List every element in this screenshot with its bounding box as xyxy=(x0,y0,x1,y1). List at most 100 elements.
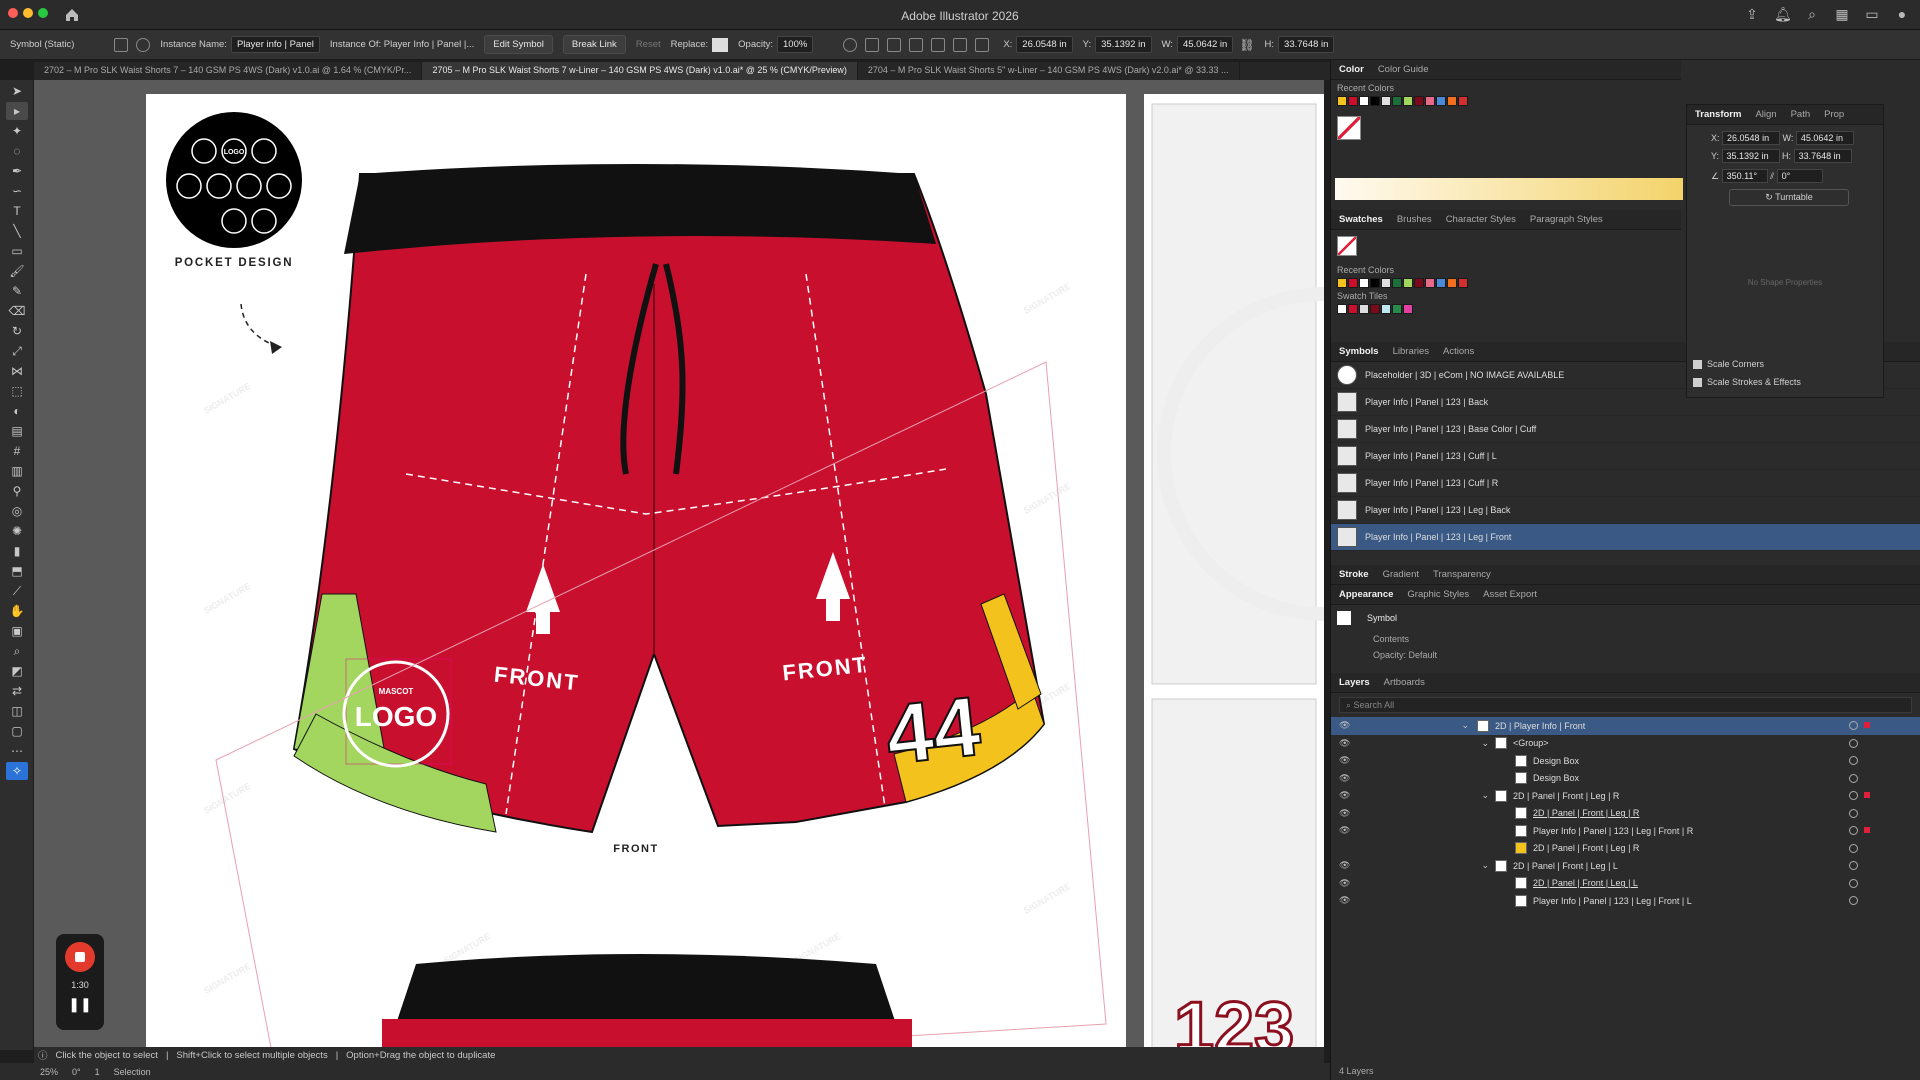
instance-name-field[interactable]: Player info | Panel xyxy=(230,36,320,53)
width-tool-icon[interactable]: ⋈ xyxy=(6,362,28,380)
rectangle-tool-icon[interactable]: ▭ xyxy=(6,242,28,260)
swatch[interactable] xyxy=(1359,278,1369,288)
slice-tool-icon[interactable]: ⟋ xyxy=(6,582,28,600)
tf-h-field[interactable]: 33.7648 in xyxy=(1793,149,1852,163)
swatch[interactable] xyxy=(1381,278,1391,288)
swatch[interactable] xyxy=(1359,96,1369,106)
align-middle-icon[interactable] xyxy=(953,37,968,52)
graph-tool-icon[interactable]: ▮ xyxy=(6,542,28,560)
tab-appearance[interactable]: Appearance xyxy=(1339,589,1393,600)
swatch[interactable] xyxy=(1370,96,1380,106)
visibility-eye-icon[interactable]: 👁︎ xyxy=(1339,790,1355,801)
layers-search-input[interactable]: ⌕ Search All xyxy=(1339,697,1912,713)
swatch[interactable] xyxy=(1370,304,1380,314)
appearance-opacity[interactable]: Opacity: Default xyxy=(1331,647,1920,663)
swatch[interactable] xyxy=(1392,96,1402,106)
visibility-eye-icon[interactable]: 👁︎ xyxy=(1339,878,1355,889)
swap-fill-stroke-icon[interactable]: ⇄ xyxy=(6,682,28,700)
selection-tool-icon[interactable]: ➤ xyxy=(6,82,28,100)
swatch[interactable] xyxy=(1348,278,1358,288)
x-field[interactable]: 26.0548 in xyxy=(1016,36,1073,53)
symbol-item[interactable]: Player Info | Panel | 123 | Leg | Back xyxy=(1331,497,1920,524)
shape-builder-tool-icon[interactable]: ◐ xyxy=(6,402,28,420)
swatch[interactable] xyxy=(1348,304,1358,314)
swatch[interactable] xyxy=(1458,278,1468,288)
layer-row[interactable]: 👁︎ Design Box xyxy=(1331,752,1920,770)
rotation-level[interactable]: 0° xyxy=(72,1067,81,1077)
symbol-item[interactable]: Player Info | Panel | 123 | Cuff | L xyxy=(1331,443,1920,470)
swatch[interactable] xyxy=(1414,96,1424,106)
target-circle-icon[interactable] xyxy=(1849,878,1858,888)
visibility-eye-icon[interactable]: 👁︎ xyxy=(1339,755,1355,766)
fill-stroke-indicator[interactable] xyxy=(1337,116,1361,140)
swatch[interactable] xyxy=(1447,96,1457,106)
mesh-tool-icon[interactable]: # xyxy=(6,442,28,460)
layer-row[interactable]: 👁︎ ⌄ 2D | Panel | Front | Leg | L xyxy=(1331,857,1920,875)
color-spectrum[interactable] xyxy=(1335,178,1683,200)
break-link-button[interactable]: Break Link xyxy=(562,35,626,54)
target-circle-icon[interactable] xyxy=(1849,791,1858,800)
target-circle-icon[interactable] xyxy=(1849,826,1858,835)
symbol-sprayer-tool-icon[interactable]: ✺ xyxy=(6,522,28,540)
artboard-number[interactable]: 1 xyxy=(95,1067,100,1077)
canvas-area[interactable]: SIGNATURE SIGNATURE SIGNATURE SIGNATURE … xyxy=(34,80,1324,1050)
line-tool-icon[interactable]: ╲ xyxy=(6,222,28,240)
tab-layers[interactable]: Layers xyxy=(1339,677,1370,688)
align-bottom-icon[interactable] xyxy=(975,37,990,52)
target-circle-icon[interactable] xyxy=(1849,843,1858,853)
visibility-eye-icon[interactable]: 👁︎ xyxy=(1339,773,1355,784)
stop-recording-button[interactable] xyxy=(65,942,95,972)
layer-row[interactable]: 👁︎ 2D | Panel | Front | Leg | R xyxy=(1331,805,1920,823)
edit-symbol-button[interactable]: Edit Symbol xyxy=(484,35,553,54)
lasso-tool-icon[interactable]: ◌ xyxy=(6,142,28,160)
direct-selection-tool-icon[interactable]: ▸ xyxy=(6,102,28,120)
tab-brushes[interactable]: Brushes xyxy=(1397,214,1432,225)
document-tab[interactable]: 2702 – M Pro SLK Waist Shorts 7 – 140 GS… xyxy=(34,62,423,80)
tab-color-guide[interactable]: Color Guide xyxy=(1378,64,1429,75)
target-circle-icon[interactable] xyxy=(1849,896,1858,905)
fill-stroke-icon[interactable]: ◩ xyxy=(6,662,28,680)
h-field[interactable]: 33.7648 in xyxy=(1278,36,1335,53)
document-tab-active[interactable]: 2705 – M Pro SLK Waist Shorts 7 w-Liner … xyxy=(422,62,858,80)
target-circle-icon[interactable] xyxy=(1849,738,1858,748)
swatch-fill-indicator[interactable] xyxy=(1337,236,1357,256)
perspective-grid-tool-icon[interactable]: ▤ xyxy=(6,422,28,440)
target-circle-icon[interactable] xyxy=(1849,861,1858,870)
scale-strokes-checkbox[interactable] xyxy=(1693,378,1702,388)
tf-y-field[interactable]: 35.1392 in xyxy=(1721,149,1780,163)
align-center-icon[interactable] xyxy=(887,37,902,52)
swatch[interactable] xyxy=(1403,96,1413,106)
scale-strokes-option[interactable]: Scale Strokes & Effects xyxy=(1693,377,1877,388)
arrange-icon[interactable]: ▭ xyxy=(1864,6,1880,22)
constrain-link-icon[interactable]: ⛓ xyxy=(1239,38,1254,52)
plugin-icon[interactable]: ✧ xyxy=(6,762,28,780)
user-avatar-icon[interactable]: ● xyxy=(1894,6,1910,22)
workspace-icon[interactable]: ▦ xyxy=(1834,6,1850,22)
drawing-modes-icon[interactable]: ◫ xyxy=(6,702,28,720)
gradient-tool-icon[interactable]: ▥ xyxy=(6,462,28,480)
replace-symbol-swatch[interactable] xyxy=(712,37,729,52)
align-left-icon[interactable] xyxy=(865,37,880,52)
swatch[interactable] xyxy=(1392,278,1402,288)
edit-toolbar-icon[interactable]: ⋯ xyxy=(6,742,28,760)
appearance-contents[interactable]: Contents xyxy=(1331,631,1920,647)
align-top-icon[interactable] xyxy=(931,37,946,52)
document-tab[interactable]: 2704 – M Pro SLK Waist Shorts 5" w-Liner… xyxy=(858,62,1240,80)
tf-shear-field[interactable]: 0° xyxy=(1776,169,1823,183)
tab-artboards[interactable]: Artboards xyxy=(1384,677,1425,688)
visibility-eye-icon[interactable]: 👁︎ xyxy=(1339,860,1355,871)
visibility-eye-icon[interactable]: 👁︎ xyxy=(1339,720,1355,731)
scale-corners-checkbox[interactable] xyxy=(1693,360,1702,370)
target-circle-icon[interactable] xyxy=(1849,808,1858,818)
search-icon[interactable]: ⌕ xyxy=(1804,6,1820,22)
swatch[interactable] xyxy=(1337,278,1347,288)
tab-transparency[interactable]: Transparency xyxy=(1433,569,1491,580)
shaper-tool-icon[interactable]: ✎ xyxy=(6,282,28,300)
tab-align[interactable]: Align xyxy=(1755,109,1776,120)
symbol-item-selected[interactable]: Player Info | Panel | 123 | Leg | Front xyxy=(1331,524,1920,551)
symbol-item[interactable]: Player Info | Panel | 123 | Cuff | R xyxy=(1331,470,1920,497)
tab-libraries[interactable]: Libraries xyxy=(1393,346,1429,357)
symbol-icon[interactable] xyxy=(114,37,129,52)
pen-tool-icon[interactable]: ✒ xyxy=(6,162,28,180)
swatch[interactable] xyxy=(1436,96,1446,106)
